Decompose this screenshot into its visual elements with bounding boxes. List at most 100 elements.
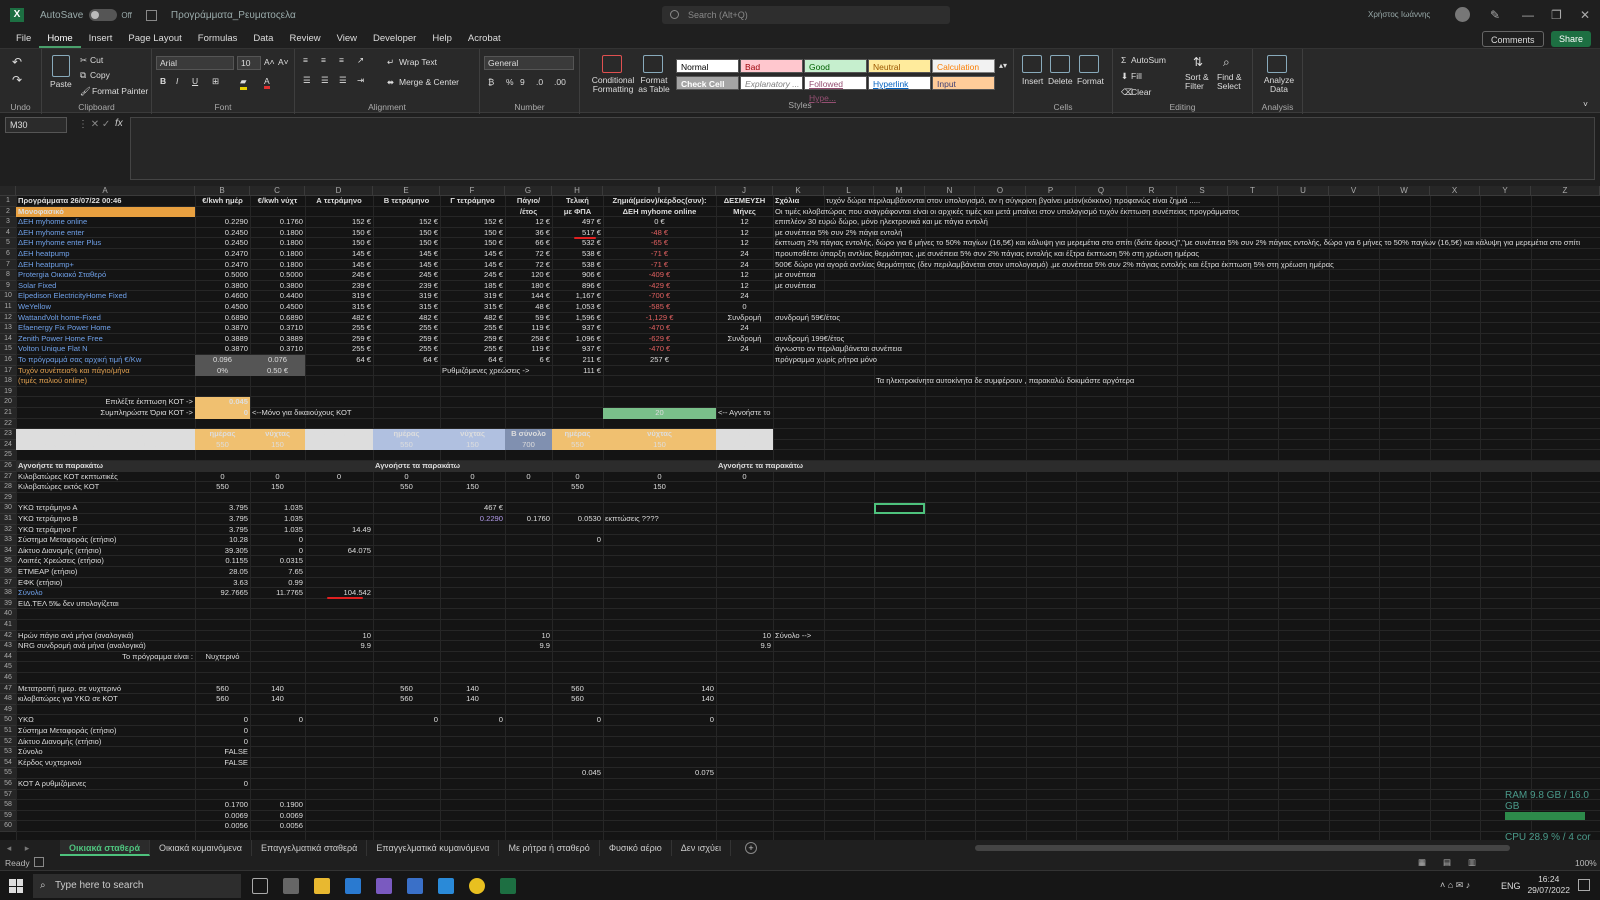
insert-button[interactable]: Insert xyxy=(1022,76,1043,86)
plan-name[interactable]: Solar Fixed xyxy=(18,281,56,292)
language-indicator[interactable]: ENG xyxy=(1501,881,1521,891)
plan-value[interactable]: 12 € xyxy=(507,217,550,228)
column-header-w[interactable]: W xyxy=(1379,186,1430,196)
normal-view-icon[interactable]: ▦ xyxy=(1418,857,1426,868)
plan-value[interactable]: 145 € xyxy=(442,260,503,271)
cell[interactable]: εκπτώσεις ???? xyxy=(605,514,659,525)
plan-value[interactable]: 145 € xyxy=(307,260,371,271)
column-header-n[interactable]: N xyxy=(925,186,975,196)
column-header-j[interactable]: J xyxy=(716,186,773,196)
row-header[interactable]: 32 xyxy=(0,524,16,536)
zoom-level[interactable]: 100% xyxy=(1575,858,1597,868)
cell[interactable]: 140 xyxy=(605,694,714,705)
row-header[interactable]: 47 xyxy=(0,683,16,695)
cell[interactable]: 0.99 xyxy=(252,578,303,589)
row-header[interactable]: 2 xyxy=(0,206,16,218)
cell[interactable]: 14.49 xyxy=(307,525,371,536)
plan-value[interactable]: 0.1800 xyxy=(252,238,303,249)
cell[interactable]: 0.076 xyxy=(252,355,303,366)
plan-value[interactable]: 59 € xyxy=(507,313,550,324)
app-icon[interactable] xyxy=(283,878,299,894)
copy-button[interactable]: Copy xyxy=(90,70,110,80)
cell[interactable]: 550 xyxy=(375,440,438,451)
underline-button[interactable]: U xyxy=(192,76,198,86)
plan-gain[interactable]: -429 € xyxy=(605,281,714,292)
row-header[interactable]: 54 xyxy=(0,757,16,769)
row-header[interactable]: 24 xyxy=(0,439,16,451)
plan-value[interactable]: 145 € xyxy=(375,260,438,271)
plan-value[interactable]: 255 € xyxy=(442,323,503,334)
column-header-h[interactable]: H xyxy=(552,186,603,196)
plan-value[interactable]: 0.1800 xyxy=(252,249,303,260)
cell[interactable]: 257 € xyxy=(605,355,714,366)
plan-gain[interactable]: -409 € xyxy=(605,270,714,281)
taskbar-search[interactable]: ⌕ Type here to search xyxy=(33,874,241,898)
row-header[interactable]: 37 xyxy=(0,577,16,589)
cell-section-label[interactable]: Μονοφασικό xyxy=(18,207,64,218)
cell[interactable]: ΥΚΩ τετράμηνο Γ xyxy=(18,525,77,536)
plan-months[interactable]: 24 xyxy=(718,323,771,334)
tab-page-layout[interactable]: Page Layout xyxy=(120,30,189,48)
row-header[interactable]: 34 xyxy=(0,545,16,557)
plan-value[interactable]: 0.2450 xyxy=(197,228,248,239)
italic-button[interactable]: I xyxy=(176,76,178,86)
cell[interactable]: 9.9 xyxy=(307,641,371,652)
cell[interactable]: 6 € xyxy=(507,355,550,366)
decrease-decimal-icon[interactable]: .00 xyxy=(554,77,566,87)
row-header[interactable]: 15 xyxy=(0,344,16,355)
cell[interactable]: 0 xyxy=(554,535,601,546)
plan-value[interactable]: 239 € xyxy=(375,281,438,292)
plan-comment[interactable]: επιπλέον 30 ευρώ δώρο, μόνο ηλεκτρονικά … xyxy=(775,217,988,228)
cell[interactable]: 0 xyxy=(307,472,371,483)
row-header[interactable]: 9 xyxy=(0,280,16,292)
column-label[interactable]: Μήνες xyxy=(718,207,771,218)
plan-value[interactable]: 180 € xyxy=(507,281,550,292)
plan-months[interactable]: Συνδρομή xyxy=(718,313,771,324)
plan-value[interactable]: 482 € xyxy=(307,313,371,324)
row-header[interactable]: 7 xyxy=(0,259,16,271)
row-header[interactable]: 40 xyxy=(0,609,16,620)
plan-months[interactable]: 12 xyxy=(718,238,771,249)
cell[interactable]: 550 xyxy=(197,440,248,451)
style-good[interactable]: Good xyxy=(804,59,867,73)
cell[interactable]: 0 xyxy=(252,715,303,726)
column-label[interactable]: Β τετράμηνο xyxy=(375,196,438,207)
delete-cells-icon[interactable] xyxy=(1050,55,1070,73)
plan-value[interactable]: 259 € xyxy=(442,334,503,345)
autosum-icon[interactable]: Σ xyxy=(1121,55,1126,65)
comments-button[interactable]: Comments xyxy=(1482,31,1544,47)
row-header[interactable]: 43 xyxy=(0,641,16,652)
cell[interactable]: 140 xyxy=(252,684,303,695)
clock[interactable]: 16:24 29/07/2022 xyxy=(1527,874,1570,896)
row-header[interactable]: 21 xyxy=(0,408,16,419)
plan-months[interactable]: 0 xyxy=(718,302,771,313)
column-header-y[interactable]: Y xyxy=(1480,186,1531,196)
plan-value[interactable]: 145 € xyxy=(375,249,438,260)
row-header[interactable]: 23 xyxy=(0,429,16,440)
active-cell-selection[interactable] xyxy=(874,503,925,514)
column-header-z[interactable]: Z xyxy=(1531,186,1600,196)
cell[interactable]: Γ σύνολο xyxy=(718,429,771,440)
copy-icon[interactable]: ⧉ xyxy=(80,70,86,81)
column-header-s[interactable]: S xyxy=(1177,186,1228,196)
cell[interactable]: 10.28 xyxy=(197,535,248,546)
plan-months[interactable]: 12 xyxy=(718,281,771,292)
plan-name[interactable]: WattandVolt home-Fixed xyxy=(18,313,101,324)
cell[interactable]: 0 xyxy=(442,715,503,726)
style-bad[interactable]: Bad xyxy=(740,59,803,73)
cell[interactable]: 28.05 xyxy=(197,567,248,578)
column-header-g[interactable]: G xyxy=(505,186,552,196)
font-size-select[interactable]: 10 xyxy=(237,56,261,70)
plan-value[interactable]: 1,167 € xyxy=(554,291,601,302)
cell[interactable]: ΕΤΜΕΑΡ (ετήσιο) xyxy=(18,567,77,578)
undo-icon[interactable]: ↶ xyxy=(12,55,22,69)
plan-comment[interactable]: 500€ δώρο για αγορά αντλίας θερμότητας (… xyxy=(775,260,1334,271)
tab-view[interactable]: View xyxy=(329,30,365,48)
plan-value[interactable]: 0.1800 xyxy=(252,228,303,239)
plan-value[interactable]: 0.4600 xyxy=(197,291,248,302)
plan-value[interactable]: 937 € xyxy=(554,344,601,355)
plan-value[interactable]: 145 € xyxy=(442,249,503,260)
plan-value[interactable]: 66 € xyxy=(507,238,550,249)
paste-icon[interactable] xyxy=(52,55,70,77)
cell[interactable]: 150 xyxy=(605,440,714,451)
